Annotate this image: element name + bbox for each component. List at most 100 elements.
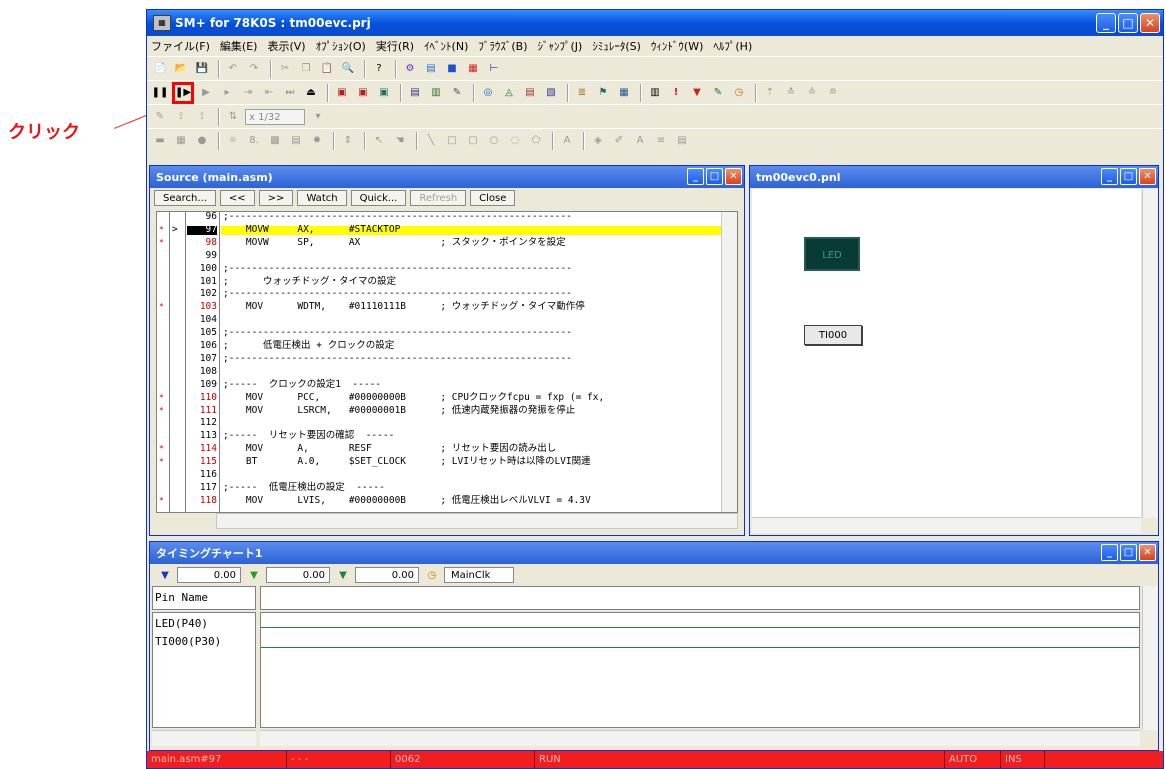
- clock-source[interactable]: MainClk: [444, 567, 514, 583]
- reset-icon[interactable]: ⏏: [302, 84, 320, 102]
- cursor1-marker-icon[interactable]: ▼: [156, 566, 174, 584]
- breakpoint-marker[interactable]: *: [159, 444, 164, 454]
- event-icon[interactable]: ≣: [573, 84, 591, 102]
- breakpoint-marker[interactable]: *: [159, 303, 164, 312]
- break-icon[interactable]: !: [667, 84, 685, 102]
- pointer-icon[interactable]: ↖: [370, 132, 388, 150]
- source-line[interactable]: 101 ; ウォッチドッグ・タイマの設定: [157, 276, 737, 287]
- ellipse-icon[interactable]: ○: [485, 132, 503, 150]
- find-icon[interactable]: 🔍: [339, 60, 357, 78]
- menu-window[interactable]: ｳｨﾝﾄﾞｳ(W): [651, 38, 703, 54]
- menu-view[interactable]: 表示(V): [267, 38, 305, 54]
- source-line[interactable]: 105 ;------------------------------------…: [157, 328, 737, 338]
- source-line[interactable]: 116: [157, 470, 737, 480]
- snap-icon[interactable]: ▦: [615, 84, 633, 102]
- seg7-icon[interactable]: 8.: [245, 132, 263, 150]
- source-line[interactable]: * 110 MOV PCC, #00000000B ; CPUクロックfcpu =…: [157, 393, 737, 403]
- redo-icon[interactable]: ↷: [245, 60, 263, 78]
- local-var-icon[interactable]: ✎: [448, 84, 466, 102]
- menu-simulator[interactable]: ｼﾐｭﾚｰﾀ(S): [592, 38, 641, 54]
- chip-icon[interactable]: ■: [443, 60, 461, 78]
- rect-icon[interactable]: □: [443, 132, 461, 150]
- memory-window-icon[interactable]: ▣: [375, 84, 393, 102]
- paste-icon[interactable]: 📋: [318, 60, 336, 78]
- source-line[interactable]: 109 ;----- クロックの設定1 -----: [157, 380, 737, 390]
- back-button[interactable]: <<: [219, 190, 255, 206]
- main-titlebar[interactable]: ▦ SM+ for 78K0S : tm00evc.prj _ □ ✕: [147, 10, 1163, 36]
- sfr-icon[interactable]: ▥: [427, 84, 445, 102]
- source-line[interactable]: 108: [157, 367, 737, 377]
- pin-hscroll[interactable]: [152, 730, 256, 746]
- project-icon[interactable]: ⚙: [401, 60, 419, 78]
- source-line[interactable]: 117 ;----- 低電圧検出の設定 -----: [157, 483, 737, 493]
- pen-icon[interactable]: ✐: [610, 132, 628, 150]
- roundrect-icon[interactable]: ▢: [464, 132, 482, 150]
- event-manager-icon[interactable]: ⚑: [594, 84, 612, 102]
- cut-icon[interactable]: ✂: [276, 60, 294, 78]
- clock-unit-icon[interactable]: ◷: [423, 566, 441, 584]
- matrix-icon[interactable]: ▩: [266, 132, 284, 150]
- breakpoint-marker[interactable]: *: [159, 225, 164, 235]
- trace-icon[interactable]: ▧: [542, 84, 560, 102]
- source-hscroll[interactable]: [216, 513, 738, 529]
- signal-both-icon[interactable]: ≗: [803, 84, 821, 102]
- zoom-dropdown-icon[interactable]: ▾: [309, 108, 327, 126]
- watch-button[interactable]: Watch: [297, 190, 347, 206]
- source-line[interactable]: 112: [157, 418, 737, 428]
- minimize-button[interactable]: _: [1096, 13, 1116, 33]
- source-close-button[interactable]: ✕: [725, 168, 742, 185]
- coverage-icon[interactable]: ✎: [709, 84, 727, 102]
- quick-watch-icon[interactable]: ◎: [479, 84, 497, 102]
- source-line[interactable]: 104: [157, 315, 737, 325]
- source-line[interactable]: 99: [157, 251, 737, 261]
- source-code-area[interactable]: 96 ;-------------------------------------…: [156, 211, 738, 513]
- break-flag-icon[interactable]: ▼: [688, 84, 706, 102]
- panel-hscroll[interactable]: [752, 517, 1141, 533]
- menu-file[interactable]: ファイル(F): [151, 38, 210, 54]
- refresh-button[interactable]: Refresh: [410, 190, 467, 206]
- pin-out-icon[interactable]: ⟟: [193, 108, 211, 126]
- breakpoint-marker[interactable]: *: [159, 393, 164, 403]
- menu-browse[interactable]: ﾌﾞﾗｳｽﾞ(B): [478, 38, 527, 54]
- zoom-select[interactable]: x 1/32: [245, 108, 305, 125]
- source-vscroll[interactable]: [721, 212, 737, 512]
- grid-icon[interactable]: ▦: [172, 132, 190, 150]
- sun-icon[interactable]: ☼: [224, 132, 242, 150]
- ti000-button[interactable]: TI000: [804, 325, 862, 345]
- go-icon[interactable]: ❚▶: [172, 81, 194, 104]
- cursor2-marker-icon[interactable]: ▼: [245, 566, 263, 584]
- breakpoint-marker[interactable]: *: [159, 406, 164, 416]
- edit-icon[interactable]: ✎: [151, 108, 169, 126]
- pin-in-icon[interactable]: ⟟: [172, 108, 190, 126]
- break-list-icon[interactable]: ▥: [646, 84, 664, 102]
- menu-help[interactable]: ﾍﾙﾌﾟ(H): [713, 38, 752, 54]
- build-icon[interactable]: ▤: [422, 60, 440, 78]
- panel-maximize-button[interactable]: □: [1120, 168, 1137, 185]
- run-icon[interactable]: ▶: [197, 84, 215, 102]
- source-line[interactable]: * 111 MOV LSRCM, #00000001B ; 低速内蔵発振器の発振を…: [157, 405, 737, 416]
- breakpoint-marker[interactable]: *: [159, 496, 164, 506]
- copy-icon[interactable]: ❐: [297, 60, 315, 78]
- source-minimize-button[interactable]: _: [687, 168, 704, 185]
- watch-icon[interactable]: ◬: [500, 84, 518, 102]
- line-icon[interactable]: ╲: [422, 132, 440, 150]
- hand-icon[interactable]: ☚: [391, 132, 409, 150]
- restart-icon[interactable]: ⏭: [281, 84, 299, 102]
- pattern-icon[interactable]: ▤: [673, 132, 691, 150]
- signal-edit-icon[interactable]: ≘: [824, 84, 842, 102]
- panel-close-button[interactable]: ✕: [1139, 168, 1156, 185]
- panel-icon[interactable]: ▦: [464, 60, 482, 78]
- source-line[interactable]: 96 ;-------------------------------------…: [157, 212, 737, 222]
- stack-icon[interactable]: ▤: [521, 84, 539, 102]
- close-button[interactable]: ✕: [1140, 13, 1160, 33]
- menu-options[interactable]: ｵﾌﾟｼｮﾝ(O): [316, 38, 366, 54]
- panel-minimize-button[interactable]: _: [1101, 168, 1118, 185]
- breakpoint-marker[interactable]: *: [159, 457, 164, 467]
- signal-out-icon[interactable]: ≛: [782, 84, 800, 102]
- source-line[interactable]: * 114 MOV A, RESF ; リセット要因の読み出し: [157, 444, 737, 454]
- stop-icon[interactable]: ❚❚: [151, 84, 169, 102]
- light-icon[interactable]: ✹: [308, 132, 326, 150]
- bar-icon[interactable]: ▬: [151, 132, 169, 150]
- source-line[interactable]: * 103 MOV WDTM, #01110111B ; ウォッチドッグ・タイマ動…: [157, 302, 737, 312]
- polygon-icon[interactable]: ⬠: [527, 132, 545, 150]
